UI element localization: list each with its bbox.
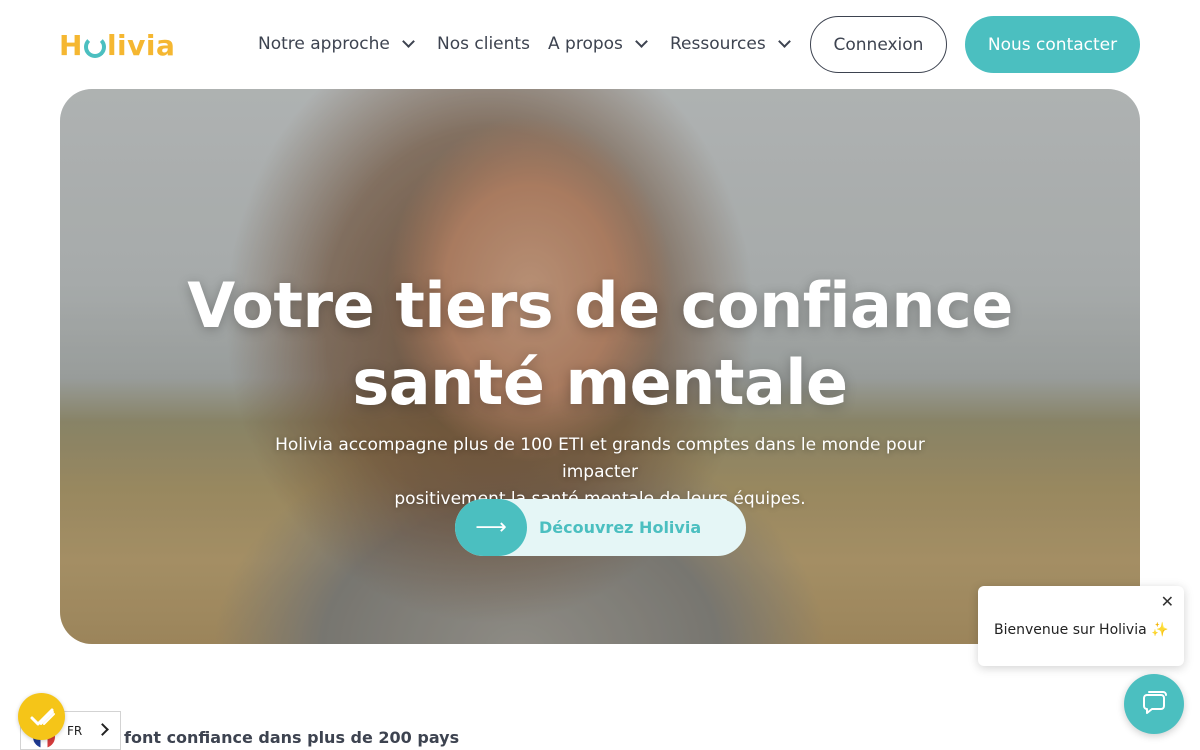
hero-title-line-1: Votre tiers de confiance [187,269,1013,342]
logo-smile-icon [83,36,106,58]
discover-holivia-button[interactable]: ⟶ Découvrez Holivia [455,499,746,556]
chat-icon [1143,691,1167,714]
nav-ressources[interactable]: Ressources [670,34,791,54]
hero-title-line-2: santé mentale [352,346,848,419]
logo-text-rest: livia [106,28,176,62]
nav-label: Nos clients [437,34,530,54]
logo-text-h: H [59,28,83,62]
language-label: FR [67,724,83,738]
nav-label: A propos [548,34,623,54]
hero-subtitle-line-1: Holivia accompagne plus de 100 ETI et gr… [275,435,925,482]
login-button[interactable]: Connexion [810,16,947,73]
accessibility-check-icon [30,708,55,725]
arrow-right-icon: ⟶ [455,499,527,556]
contact-button[interactable]: Nous contacter [965,16,1140,73]
hero-banner: Votre tiers de confiance santé mentale H… [60,89,1140,644]
cta-label: Découvrez Holivia [539,518,702,537]
hero-title: Votre tiers de confiance santé mentale [60,267,1140,421]
chevron-down-icon [777,35,791,48]
nav-label: Ressources [670,34,766,54]
chevron-right-icon [96,723,109,736]
chevron-down-icon [401,35,415,48]
chevron-down-icon [635,35,648,48]
holivia-logo[interactable]: Hlivia [59,28,175,62]
trust-text: font confiance dans plus de 200 pays [124,728,460,747]
accessibility-button[interactable] [18,693,65,740]
chat-greeting: Bienvenue sur Holivia ✨ [994,622,1169,638]
nav-label: Notre approche [258,34,390,54]
chat-welcome-popup: ✕ Bienvenue sur Holivia ✨ [978,586,1184,666]
chat-launcher-button[interactable] [1124,674,1184,734]
nav-notre-approche[interactable]: Notre approche [258,34,415,54]
nav-a-propos[interactable]: A propos [548,34,648,54]
close-icon[interactable]: ✕ [1161,592,1174,611]
nav-nos-clients[interactable]: Nos clients [437,34,530,54]
